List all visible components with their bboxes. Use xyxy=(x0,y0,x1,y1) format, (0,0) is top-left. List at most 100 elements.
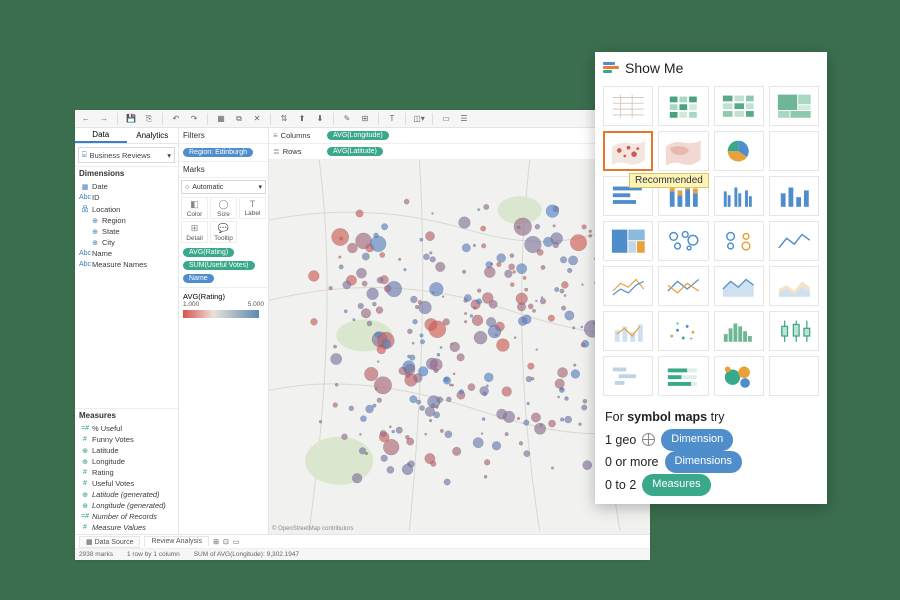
show-me-title: Show Me xyxy=(625,60,683,76)
field-lon-gen[interactable]: ⊕Longitude (generated) xyxy=(77,500,176,511)
chevron-down-icon: ▾ xyxy=(258,183,262,191)
highlight-button[interactable]: ✎ xyxy=(340,113,354,125)
chart-type-highlight-table[interactable] xyxy=(714,86,764,126)
legend-gradient xyxy=(183,310,259,318)
field-measure-names[interactable]: AbcMeasure Names xyxy=(77,259,176,270)
mark-pill-rating[interactable]: AVG(Rating) xyxy=(183,248,234,257)
chart-type-bullet[interactable] xyxy=(658,356,708,396)
duplicate-button[interactable]: ⧉ xyxy=(232,113,246,125)
chart-type-filled-map[interactable] xyxy=(658,131,708,171)
tab-review-analysis[interactable]: Review Analysis xyxy=(144,536,209,547)
chart-type-dual-line[interactable] xyxy=(658,266,708,306)
tab-datasource[interactable]: ▦ Data Source xyxy=(79,536,140,548)
field-name[interactable]: AbcName xyxy=(77,248,176,259)
chart-type-circle-views[interactable] xyxy=(658,221,708,261)
chart-type-treemap[interactable] xyxy=(769,86,819,126)
forward-button[interactable]: → xyxy=(97,113,111,125)
columns-pill[interactable]: AVG(Longitude) xyxy=(327,131,389,140)
calc-icon: =# xyxy=(81,425,89,432)
chart-type-treemap2[interactable] xyxy=(603,221,653,261)
filter-pill-region[interactable]: Region: Edinburgh xyxy=(183,148,253,157)
marks-color-button[interactable]: ◧Color xyxy=(181,197,208,219)
tab-data[interactable]: Data xyxy=(75,128,127,143)
field-lat-gen[interactable]: ⊕Latitude (generated) xyxy=(77,489,176,500)
rows-shelf[interactable]: ≣Rows AVG(Latitude) xyxy=(269,144,650,160)
field-id[interactable]: AbcID xyxy=(77,192,176,203)
tab-analytics[interactable]: Analytics xyxy=(127,128,179,143)
chevron-down-icon: ▾ xyxy=(167,151,171,160)
chart-type-box-plot[interactable] xyxy=(769,311,819,351)
measures-list: =#% Useful #Funny Votes ⊕Latitude ⊕Longi… xyxy=(75,422,178,534)
marks-size-button[interactable]: ◯Size xyxy=(210,197,237,219)
new-story-button[interactable]: ▭ xyxy=(233,538,240,546)
marks-label-button[interactable]: TLabel xyxy=(239,197,266,219)
chart-type-side-circle[interactable] xyxy=(714,221,764,261)
show-labels-button[interactable]: T xyxy=(385,113,399,125)
chart-type-histogram[interactable] xyxy=(714,311,764,351)
swap-button[interactable]: ⇅ xyxy=(277,113,291,125)
presentation-mode-button[interactable]: ▭ xyxy=(439,113,453,125)
datasource-selector[interactable]: ⌸ Business Reviews ▾ xyxy=(78,147,175,163)
chart-type-pie[interactable] xyxy=(714,131,764,171)
save-button[interactable]: 💾 xyxy=(124,113,138,125)
field-location[interactable]: 品Location xyxy=(77,203,176,215)
field-num-records[interactable]: =#Number of Records xyxy=(77,511,176,522)
chart-type-gantt[interactable] xyxy=(603,356,653,396)
sort-asc-button[interactable]: ⬆ xyxy=(295,113,309,125)
field-date[interactable]: ▦Date xyxy=(77,181,176,192)
new-worksheet-button[interactable]: ▦ xyxy=(214,113,228,125)
chart-type-scatter[interactable]: ++ xyxy=(658,311,708,351)
chart-type-area-discrete[interactable] xyxy=(769,266,819,306)
field-region[interactable]: ⊕Region xyxy=(77,215,176,226)
field-measure-values[interactable]: #Measure Values xyxy=(77,522,176,533)
marks-type-select[interactable]: ○Automatic ▾ xyxy=(181,180,266,194)
chart-type-line-cont[interactable] xyxy=(769,221,819,261)
datasource-name: Business Reviews xyxy=(90,151,151,160)
field-useful-votes[interactable]: #Useful Votes xyxy=(77,478,176,489)
columns-shelf[interactable]: ≡Columns AVG(Longitude) xyxy=(269,128,650,144)
marks-tooltip-button[interactable]: 💬Tooltip xyxy=(210,221,237,243)
abc-icon: Abc xyxy=(81,261,89,268)
rows-pill[interactable]: AVG(Latitude) xyxy=(327,147,383,156)
chart-type-text-table[interactable] xyxy=(603,86,653,126)
map-visualization[interactable]: © OpenStreetMap contributors xyxy=(269,160,650,534)
chart-type-area-cont[interactable] xyxy=(714,266,764,306)
cards-toggle-button[interactable]: ☰ xyxy=(457,113,471,125)
chart-type-packed-bubbles[interactable] xyxy=(714,356,764,396)
chart-type-bar[interactable] xyxy=(769,176,819,216)
mark-pill-name[interactable]: Name xyxy=(183,274,214,283)
mark-pill-useful[interactable]: SUM(Useful Votes) xyxy=(183,261,255,270)
field-pct-useful[interactable]: =#% Useful xyxy=(77,423,176,434)
chart-type-side-by-side-bar[interactable] xyxy=(714,176,764,216)
number-icon: # xyxy=(81,436,89,443)
back-button[interactable]: ← xyxy=(79,113,93,125)
field-latitude[interactable]: ⊕Latitude xyxy=(77,445,176,456)
legend-max: 5.000 xyxy=(248,301,264,308)
field-state[interactable]: ⊕State xyxy=(77,226,176,237)
field-rating[interactable]: #Rating xyxy=(77,467,176,478)
svg-text:+: + xyxy=(676,320,680,327)
abc-icon: Abc xyxy=(81,250,89,257)
redo-button[interactable]: ↷ xyxy=(187,113,201,125)
chart-type-symbol-map[interactable]: Recommended xyxy=(603,131,653,171)
chart-type-dual-combo[interactable] xyxy=(603,311,653,351)
show-me-hint: For symbol maps try 1 geo Dimension 0 or… xyxy=(603,402,819,496)
field-funny-votes[interactable]: #Funny Votes xyxy=(77,434,176,445)
clear-sheet-button[interactable]: ✕ xyxy=(250,113,264,125)
chart-type-heatmap[interactable] xyxy=(658,86,708,126)
hint-chip-measures: Measures xyxy=(642,474,710,496)
new-sheet-button[interactable]: ⊞ xyxy=(213,538,219,546)
group-button[interactable]: ⊞ xyxy=(358,113,372,125)
sort-desc-button[interactable]: ⬇ xyxy=(313,113,327,125)
chart-type-line-discrete[interactable] xyxy=(603,266,653,306)
undo-button[interactable]: ↶ xyxy=(169,113,183,125)
field-city[interactable]: ⊕City xyxy=(77,237,176,248)
new-dashboard-button[interactable]: ⊡ xyxy=(223,538,229,546)
new-datasource-button[interactable]: ⎘ xyxy=(142,113,156,125)
field-longitude[interactable]: ⊕Longitude xyxy=(77,456,176,467)
fit-dropdown[interactable]: ◫▾ xyxy=(412,113,426,125)
marks-header: Marks xyxy=(179,162,268,178)
marks-detail-button[interactable]: ⊞Detail xyxy=(181,221,208,243)
detail-icon: ⊞ xyxy=(191,223,199,234)
status-marks: 2938 marks xyxy=(79,551,113,558)
